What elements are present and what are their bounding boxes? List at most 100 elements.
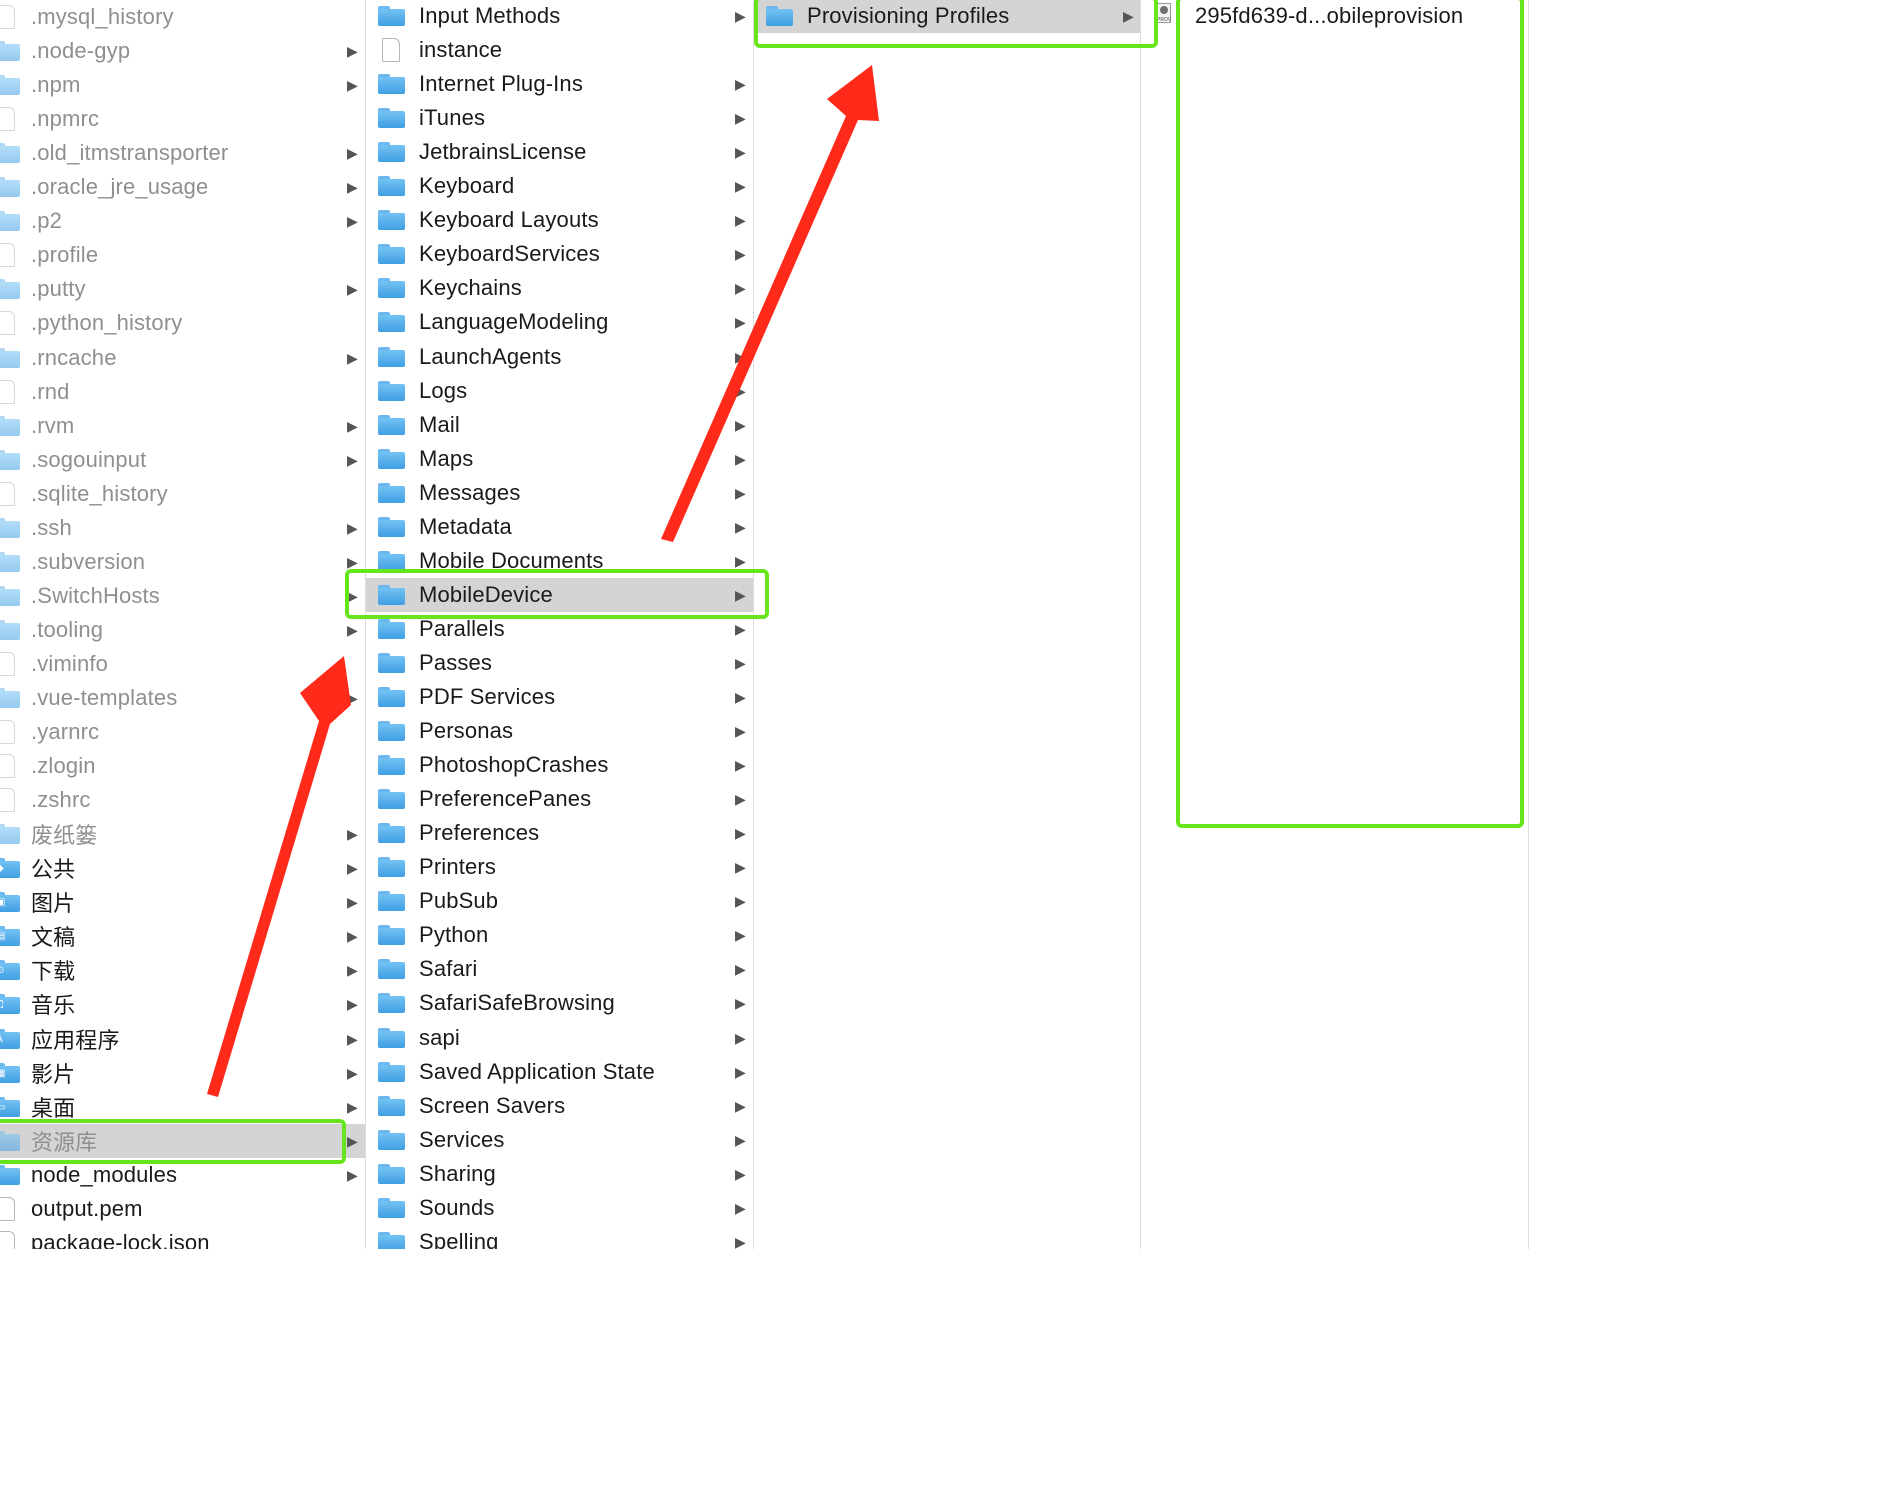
document-icon [0,788,21,813]
folder-item[interactable]: .oracle_jre_usage ▶ [0,170,365,204]
file-item[interactable]: .python_history [0,306,365,340]
folder-item[interactable]: Sounds ▶ [366,1191,753,1225]
folder-item[interactable]: ⊙ 下载 ▶ [0,953,365,987]
disclosure-arrow-icon: ▶ [347,281,358,298]
folder-item[interactable]: node_modules ▶ [0,1158,365,1192]
disclosure-arrow-icon: ▶ [347,1132,358,1149]
item-label-safarisafebrowsing: SafariSafeBrowsing [419,990,615,1016]
file-item[interactable]: .zlogin [0,749,365,783]
folder-item[interactable]: JetbrainsLicense ▶ [366,135,753,169]
folder-item[interactable]: Input Methods ▶ [366,0,753,33]
folder-item[interactable]: SafariSafeBrowsing ▶ [366,986,753,1020]
folder-item[interactable]: .SwitchHosts ▶ [0,579,365,613]
folder-icon [376,822,406,844]
folder-item[interactable]: LanguageModeling ▶ [366,305,753,339]
file-item[interactable]: .mysql_history [0,0,365,34]
folder-item[interactable]: Screen Savers ▶ [366,1089,753,1123]
file-item[interactable]: .npmrc [0,102,365,136]
disclosure-arrow-icon: ▶ [347,621,358,638]
folder-item[interactable]: .rvm ▶ [0,409,365,443]
folder-item[interactable]: Internet Plug-Ins ▶ [366,67,753,101]
folder-item[interactable]: Printers ▶ [366,850,753,884]
item-label-yarnrc: .yarnrc [31,719,100,745]
item-label-profile: .profile [31,242,99,268]
home-column[interactable]: .mysql_history .node-gyp ▶ .npm ▶ .npmrc .old_… [0,0,366,1249]
item-label-下载: 下载 [31,959,76,985]
folder-item[interactable]: 资源库 ▶ [0,1123,365,1158]
folder-item[interactable]: Python ▶ [366,918,753,952]
folder-item[interactable]: Messages ▶ [366,476,753,510]
folder-item[interactable]: Personas ▶ [366,714,753,748]
file-item[interactable]: .profile [0,238,365,272]
folder-item[interactable]: Preferences ▶ [366,816,753,850]
folder-item[interactable]: .node-gyp ▶ [0,34,365,68]
document-icon [0,1196,21,1221]
folder-item[interactable]: Keychains ▶ [366,271,753,305]
folder-item[interactable]: Sharing ▶ [366,1157,753,1191]
folder-icon [0,585,21,607]
folder-item[interactable]: Parallels ▶ [366,612,753,646]
file-item[interactable]: .sqlite_history [0,477,365,511]
provisioning-profiles-column[interactable]: PROV 295fd639-d...obileprovision [1141,0,1529,1249]
folder-item[interactable]: Logs ▶ [366,374,753,408]
file-item[interactable]: .rnd [0,375,365,409]
document-icon [0,107,21,132]
folder-item[interactable]: Spelling ▶ [366,1225,753,1249]
folder-item[interactable]: Metadata ▶ [366,510,753,544]
folder-item[interactable]: Mail ▶ [366,408,753,442]
folder-item[interactable]: .tooling ▶ [0,613,365,647]
file-item[interactable]: package-lock.json [0,1226,365,1249]
folder-item[interactable]: Maps ▶ [366,442,753,476]
folder-item[interactable]: .old_itmstransporter ▶ [0,136,365,170]
folder-item[interactable]: ♫ 音乐 ▶ [0,987,365,1021]
folder-item[interactable]: Keyboard Layouts ▶ [366,203,753,237]
folder-item[interactable]: Saved Application State ▶ [366,1055,753,1089]
folder-item[interactable]: ◆ 公共 ▶ [0,851,365,885]
folder-item[interactable]: PubSub ▶ [366,884,753,918]
folder-item[interactable]: ▭ 桌面 ▶ [0,1090,365,1124]
file-item[interactable]: instance [366,33,753,67]
folder-item[interactable]: .npm ▶ [0,68,365,102]
file-item[interactable]: .zshrc [0,783,365,817]
disclosure-arrow-icon: ▶ [347,417,358,434]
folder-item[interactable]: .subversion ▶ [0,545,365,579]
disclosure-arrow-icon: ▶ [347,1166,358,1183]
folder-item[interactable]: Mobile Documents ▶ [366,544,753,578]
folder-icon [376,686,406,708]
item-label-subversion: .subversion [31,548,146,574]
folder-item[interactable]: .p2 ▶ [0,204,365,238]
folder-item[interactable]: sapi ▶ [366,1021,753,1055]
folder-item[interactable]: .vue-templates ▶ [0,681,365,715]
file-item[interactable]: .viminfo [0,647,365,681]
folder-item[interactable]: ▤ 文稿 ▶ [0,919,365,953]
folder-item[interactable]: LaunchAgents ▶ [366,340,753,374]
folder-item[interactable]: Services ▶ [366,1123,753,1157]
folder-item[interactable]: iTunes ▶ [366,101,753,135]
folder-item[interactable]: MobileDevice ▶ [366,577,753,612]
folder-item[interactable]: ▣ 图片 ▶ [0,885,365,919]
folder-item[interactable]: .ssh ▶ [0,511,365,545]
folder-item[interactable]: 废纸篓 ▶ [0,817,365,851]
folder-item[interactable]: Safari ▶ [366,952,753,986]
folder-item[interactable]: PreferencePanes ▶ [366,782,753,816]
folder-item[interactable]: .sogouinput ▶ [0,443,365,477]
item-label-old-itmstransporter: .old_itmstransporter [31,140,229,166]
folder-item[interactable]: PhotoshopCrashes ▶ [366,748,753,782]
file-item[interactable]: .yarnrc [0,715,365,749]
file-item[interactable]: output.pem [0,1192,365,1226]
folder-item[interactable]: Passes ▶ [366,646,753,680]
folder-item[interactable]: PDF Services ▶ [366,680,753,714]
folder-item[interactable]: ▦ 影片 ▶ [0,1056,365,1090]
folder-item[interactable]: .putty ▶ [0,272,365,306]
file-item[interactable]: PROV 295fd639-d...obileprovision [1141,0,1528,33]
mobiledevice-column[interactable]: Provisioning Profiles ▶ [754,0,1141,1249]
disclosure-arrow-icon: ▶ [1123,8,1134,24]
folder-item[interactable]: A 应用程序 ▶ [0,1022,365,1056]
folder-item[interactable]: Provisioning Profiles ▶ [754,0,1140,33]
folder-item[interactable]: Keyboard ▶ [366,169,753,203]
folder-icon [376,890,406,912]
folder-item[interactable]: KeyboardServices ▶ [366,237,753,271]
folder-item[interactable]: .rncache ▶ [0,341,365,375]
library-column[interactable]: Input Methods ▶ instance Internet Plug-Ins ▶… [366,0,754,1249]
disclosure-arrow-icon: ▶ [735,1063,746,1080]
